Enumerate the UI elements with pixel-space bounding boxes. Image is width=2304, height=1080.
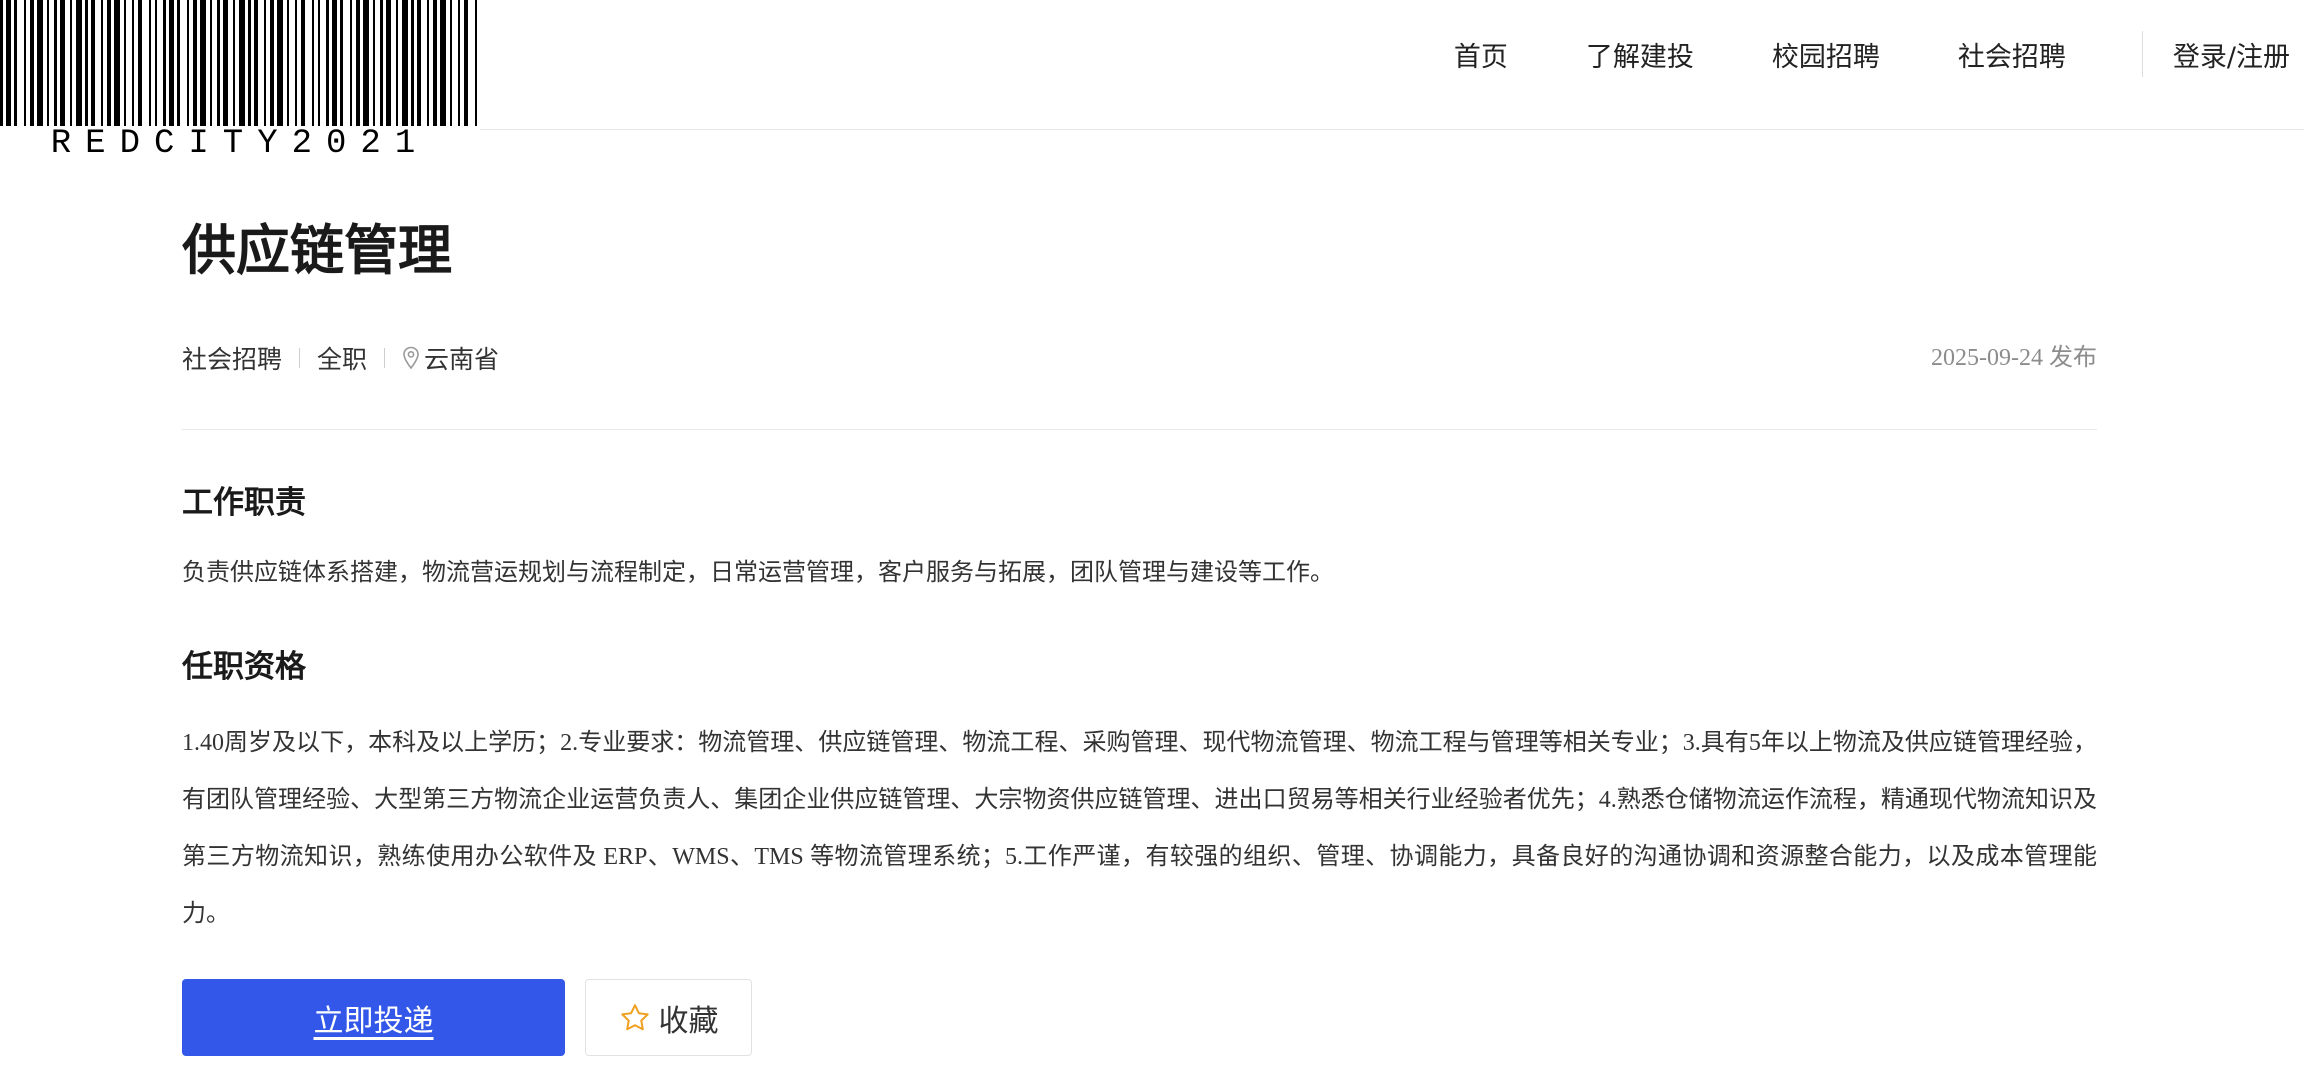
meta-separator: [299, 348, 301, 368]
favorite-button[interactable]: 收藏: [585, 979, 752, 1057]
barcode-logo-image: [0, 0, 477, 126]
barcode-bar: [433, 0, 437, 126]
job-location: 云南省: [402, 340, 499, 376]
barcode-bar: [60, 0, 65, 126]
barcode-bar: [107, 0, 111, 126]
main-nav: 首页 了解建投 校园招聘 社会招聘 登录/注册: [1454, 0, 2304, 108]
barcode-bar: [138, 0, 142, 126]
barcode-bar: [475, 0, 477, 126]
barcode-bar: [277, 0, 283, 126]
nav-item-about[interactable]: 了解建投: [1586, 35, 1694, 74]
barcode-bar: [356, 0, 360, 126]
barcode-bar: [332, 0, 337, 126]
barcode-bar: [217, 0, 220, 126]
job-location-label: 云南省: [424, 345, 500, 374]
barcode-bar: [85, 0, 88, 126]
duties-text: 负责供应链体系搭建，物流营运规划与流程制定，日常运营管理，客户服务与拓展，团队管…: [182, 557, 1334, 586]
job-detail: 供应链管理 社会招聘 全职 云南省 2025-09-24 发布 工作职责 负责供…: [182, 129, 2097, 1057]
barcode-bar: [386, 0, 391, 126]
map-pin-icon: [403, 346, 419, 370]
barcode-bar: [91, 0, 95, 126]
duties-title: 工作职责: [182, 485, 306, 521]
barcode-bar: [464, 0, 468, 126]
barcode-bar: [70, 0, 72, 126]
barcode-bar: [76, 0, 82, 126]
barcode-bar: [427, 0, 429, 126]
barcode-bar: [287, 0, 289, 126]
publish-date: 2025-09-24 发布: [1931, 345, 2097, 371]
barcode-bar: [312, 0, 314, 126]
nav-item-home[interactable]: 首页: [1454, 35, 1508, 74]
barcode-bar: [30, 0, 34, 126]
barcode-bar: [458, 0, 460, 126]
barcode-bar: [417, 0, 421, 126]
barcode-bar: [411, 0, 414, 126]
login-register-link[interactable]: 登录/注册: [2173, 35, 2290, 74]
barcode-bar: [54, 0, 57, 126]
favorite-label: 收藏: [658, 1003, 719, 1039]
nav-item-social-recruitment[interactable]: 社会招聘: [1958, 35, 2066, 74]
job-title: 供应链管理: [182, 219, 452, 282]
barcode-bar: [6, 0, 11, 126]
barcode-bar: [47, 0, 49, 126]
barcode-bar: [363, 0, 369, 126]
barcode-bar: [340, 0, 343, 126]
barcode-bar: [132, 0, 134, 126]
meta-separator: [384, 348, 386, 368]
barcode-bar: [114, 0, 120, 126]
barcode-bar: [37, 0, 43, 126]
barcode-bar: [149, 0, 151, 126]
barcode-bar: [24, 0, 26, 126]
barcode-bar: [233, 0, 235, 126]
barcode-bar: [177, 0, 180, 126]
barcode-bar: [124, 0, 126, 126]
barcode-bar: [326, 0, 329, 126]
barcode-bar: [380, 0, 383, 126]
barcode-bar: [155, 0, 157, 126]
barcode-bar: [318, 0, 320, 126]
barcode-bar: [264, 0, 266, 126]
barcode-bar: [295, 0, 297, 126]
barcode-bar: [450, 0, 452, 126]
barcode-bar: [169, 0, 174, 126]
barcode-bar: [440, 0, 446, 126]
barcode-bar: [14, 0, 17, 126]
barcode-bar: [200, 0, 206, 126]
job-meta: 社会招聘 全职 云南省 2025-09-24 发布: [182, 335, 2097, 381]
barcode-bar: [270, 0, 274, 126]
barcode-bar: [239, 0, 245, 126]
section-divider: [182, 429, 2097, 430]
job-type: 全职: [317, 345, 368, 374]
barcode-bar: [373, 0, 375, 126]
requirements-text: 1.40周岁及以下，本科及以上学历；2.专业要求：物流管理、供应链管理、物流工程…: [182, 730, 2097, 928]
site-header: REDCITY2021 首页 了解建投 校园招聘 社会招聘 登录/注册: [0, 0, 2304, 162]
barcode-bar: [0, 0, 3, 126]
barcode-bar: [163, 0, 166, 126]
requirements-title: 任职资格: [182, 648, 306, 685]
apply-now-button[interactable]: 立即投递: [182, 979, 565, 1057]
barcode-bar: [402, 0, 408, 126]
barcode-bar: [396, 0, 398, 126]
barcode-bar: [350, 0, 352, 126]
barcode-bar: [210, 0, 212, 126]
job-category: 社会招聘: [182, 345, 283, 374]
nav-divider: [2141, 31, 2143, 77]
barcode-bar: [223, 0, 228, 126]
job-actions: 立即投递 收藏: [182, 979, 2097, 1057]
barcode-bar: [187, 0, 189, 126]
star-icon: [620, 1004, 649, 1031]
barcode-bar: [101, 0, 103, 126]
barcode-bar: [254, 0, 258, 126]
nav-item-campus-recruitment[interactable]: 校园招聘: [1772, 35, 1880, 74]
barcode-bar: [301, 0, 305, 126]
barcode-bar: [248, 0, 251, 126]
barcode-bar: [193, 0, 197, 126]
